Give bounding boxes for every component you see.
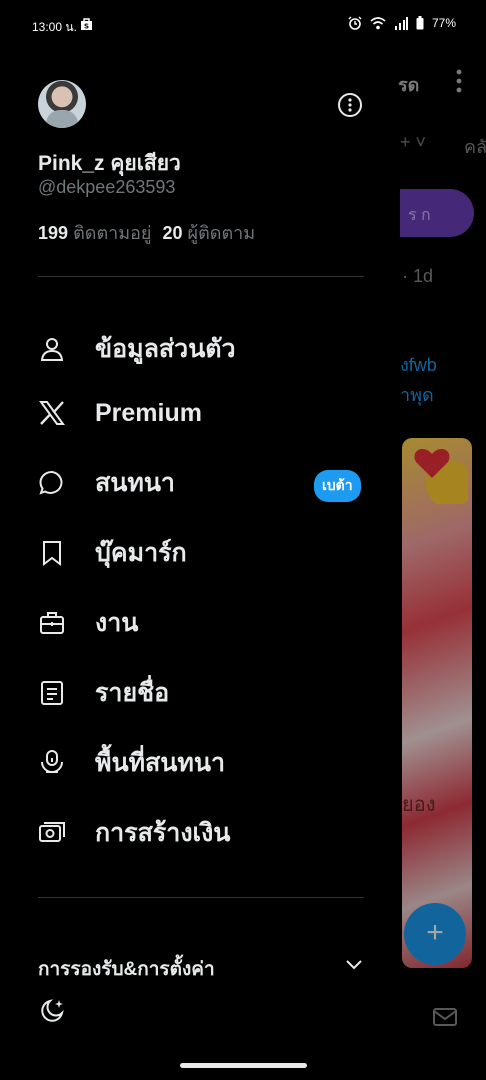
beta-badge: เบต้า	[314, 470, 361, 502]
followers-count[interactable]: 20	[162, 223, 182, 243]
more-options-icon[interactable]	[337, 92, 363, 118]
wifi-icon	[370, 16, 386, 29]
settings-label: การรองรับ&การตั้งค่า	[38, 959, 215, 976]
status-bar: 13:00 น. S 77%	[0, 0, 486, 52]
spaces-icon	[38, 749, 66, 777]
chat-bubble-icon	[38, 469, 66, 497]
follow-stats: 199 ติดตามอยู่ 20 ผู้ติดตาม	[38, 218, 261, 247]
menu-item-label: ข้อมูลส่วนตัว	[95, 335, 236, 363]
menu-item-monetization[interactable]: การสร้างเงิน	[38, 807, 368, 859]
briefcase-icon	[38, 609, 66, 637]
bookmark-icon	[38, 539, 66, 567]
signal-icon	[394, 16, 408, 30]
profile-handle: @dekpee263593	[38, 177, 176, 197]
menu-item-label: บุ๊คมาร์ก	[95, 539, 187, 567]
profile-name[interactable]: Pink_z คุยเสียว	[38, 147, 181, 180]
menu-item-bookmarks[interactable]: บุ๊คมาร์ก	[38, 527, 368, 579]
status-time: 13:00 น.	[32, 20, 77, 34]
divider	[38, 276, 364, 277]
svg-text:S: S	[84, 23, 89, 31]
navigation-drawer: Pink_z คุยเสียว @dekpee263593 199 ติดตาม…	[0, 52, 386, 1080]
menu-item-label: งาน	[95, 609, 139, 637]
menu-item-jobs[interactable]: งาน	[38, 597, 368, 649]
dark-mode-moon-icon[interactable]	[38, 997, 66, 1025]
menu-item-lists[interactable]: รายชื่อ	[38, 667, 368, 719]
store-icon: S	[81, 18, 92, 31]
menu-item-label: พื้นที่สนทนา	[95, 749, 226, 777]
menu-item-label: Premium	[95, 398, 202, 427]
alarm-icon	[348, 16, 362, 30]
divider	[38, 897, 364, 898]
chevron-down-icon	[346, 960, 362, 970]
menu-item-profile[interactable]: ข้อมูลส่วนตัว	[38, 323, 368, 375]
money-icon	[38, 819, 66, 847]
x-logo-icon	[38, 399, 66, 427]
battery-icon	[416, 16, 424, 30]
following-count[interactable]: 199	[38, 223, 68, 243]
following-label[interactable]: ติดตามอยู่	[73, 223, 151, 243]
menu-item-premium[interactable]: Premium	[38, 387, 368, 439]
person-icon	[38, 335, 66, 363]
menu-item-label: การสร้างเงิน	[95, 819, 231, 847]
menu-item-label: รายชื่อ	[95, 679, 170, 707]
battery-percent: 77%	[431, 16, 456, 30]
home-indicator[interactable]	[180, 1063, 307, 1068]
settings-and-support[interactable]: การรองรับ&การตั้งค่า	[38, 952, 364, 976]
followers-label[interactable]: ผู้ติดตาม	[188, 223, 256, 243]
menu-item-chat[interactable]: สนทนา เบต้า	[38, 457, 368, 509]
list-icon	[38, 679, 66, 707]
menu-item-label: สนทนา	[95, 469, 175, 497]
menu-item-spaces[interactable]: พื้นที่สนทนา	[38, 737, 368, 789]
avatar[interactable]	[38, 80, 86, 128]
drawer-scrim[interactable]	[386, 52, 486, 1080]
